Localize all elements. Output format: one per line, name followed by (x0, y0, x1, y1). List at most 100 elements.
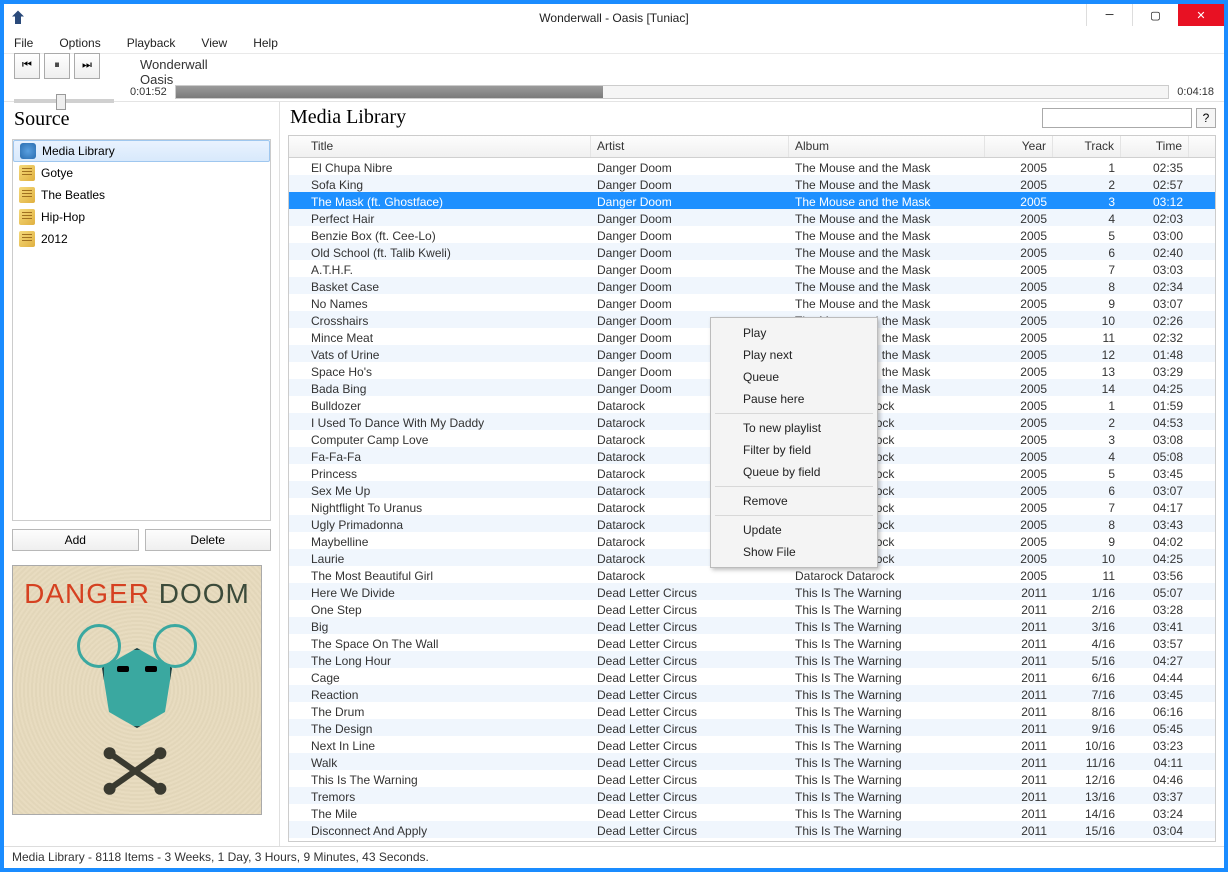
cell-title: Princess (289, 464, 591, 481)
context-menu-item[interactable]: To new playlist (713, 417, 875, 439)
menu-playback[interactable]: Playback (123, 34, 180, 52)
cell-title: Next In Line (289, 736, 591, 753)
cell-time: 05:45 (1121, 719, 1189, 736)
table-row[interactable]: ReactionDead Letter CircusThis Is The Wa… (289, 685, 1215, 702)
cell-album: The Mouse and the Mask (789, 294, 985, 311)
col-track[interactable]: Track (1053, 136, 1121, 157)
menu-help[interactable]: Help (249, 34, 282, 52)
cell-year: 2005 (985, 328, 1053, 345)
cell-time: 02:32 (1121, 328, 1189, 345)
context-menu-item[interactable]: Update (713, 519, 875, 541)
context-menu-item[interactable]: Filter by field (713, 439, 875, 461)
table-row[interactable]: This Is The WarningDead Letter CircusThi… (289, 770, 1215, 787)
table-row[interactable]: Old School (ft. Talib Kweli)Danger DoomT… (289, 243, 1215, 260)
menu-view[interactable]: View (197, 34, 231, 52)
table-row[interactable]: Next In LineDead Letter CircusThis Is Th… (289, 736, 1215, 753)
source-item[interactable]: 2012 (13, 228, 270, 250)
table-row[interactable]: The Space On The WallDead Letter CircusT… (289, 634, 1215, 651)
cell-time: 04:53 (1121, 413, 1189, 430)
cell-title: Here We Divide (289, 583, 591, 600)
table-row[interactable]: Benzie Box (ft. Cee-Lo)Danger DoomThe Mo… (289, 226, 1215, 243)
cell-title: A.T.H.F. (289, 260, 591, 277)
prev-button[interactable]: ⏮ (14, 53, 40, 79)
minimize-button[interactable]: ─ (1086, 4, 1132, 26)
table-row[interactable]: The MileDead Letter CircusThis Is The Wa… (289, 804, 1215, 821)
context-menu-item[interactable]: Queue by field (713, 461, 875, 483)
context-menu-item[interactable]: Show File (713, 541, 875, 563)
table-row[interactable]: Basket CaseDanger DoomThe Mouse and the … (289, 277, 1215, 294)
context-menu-item[interactable]: Play (713, 322, 875, 344)
cell-year: 2005 (985, 175, 1053, 192)
cell-artist: Danger Doom (591, 192, 789, 209)
cell-artist: Dead Letter Circus (591, 617, 789, 634)
cell-title: The Design (289, 719, 591, 736)
table-row[interactable]: The DrumDead Letter CircusThis Is The Wa… (289, 702, 1215, 719)
seek-bar[interactable] (175, 85, 1170, 99)
cell-title: El Chupa Nibre (289, 158, 591, 175)
table-row[interactable]: WalkDead Letter CircusThis Is The Warnin… (289, 753, 1215, 770)
table-row[interactable]: The DesignDead Letter CircusThis Is The … (289, 719, 1215, 736)
col-artist[interactable]: Artist (591, 136, 789, 157)
cell-title: Big (289, 617, 591, 634)
table-row[interactable]: A.T.H.F.Danger DoomThe Mouse and the Mas… (289, 260, 1215, 277)
table-row[interactable]: The Most Beautiful GirlDatarockDatarock … (289, 566, 1215, 583)
table-row[interactable]: One StepDead Letter CircusThis Is The Wa… (289, 600, 1215, 617)
maximize-button[interactable]: ▢ (1132, 4, 1178, 26)
cell-time: 02:34 (1121, 277, 1189, 294)
cell-time: 04:25 (1121, 549, 1189, 566)
menu-separator (715, 515, 873, 516)
cell-track: 14 (1053, 379, 1121, 396)
col-title[interactable]: Title (289, 136, 591, 157)
cell-album: The Mouse and the Mask (789, 209, 985, 226)
help-button[interactable]: ? (1196, 108, 1216, 128)
volume-slider[interactable] (14, 99, 114, 103)
search-input[interactable] (1042, 108, 1192, 128)
context-menu-item[interactable]: Play next (713, 344, 875, 366)
cell-track: 1/16 (1053, 583, 1121, 600)
context-menu-item[interactable]: Queue (713, 366, 875, 388)
source-item[interactable]: Gotye (13, 162, 270, 184)
source-item[interactable]: The Beatles (13, 184, 270, 206)
add-button[interactable]: Add (12, 529, 139, 551)
table-row[interactable]: No NamesDanger DoomThe Mouse and the Mas… (289, 294, 1215, 311)
cell-time: 03:07 (1121, 294, 1189, 311)
table-row[interactable]: BigDead Letter CircusThis Is The Warning… (289, 617, 1215, 634)
cell-album: This Is The Warning (789, 719, 985, 736)
delete-button[interactable]: Delete (145, 529, 272, 551)
cell-title: Walk (289, 753, 591, 770)
pause-button[interactable]: ⏸ (44, 53, 70, 79)
context-menu-item[interactable]: Pause here (713, 388, 875, 410)
table-row[interactable]: The Long HourDead Letter CircusThis Is T… (289, 651, 1215, 668)
table-row[interactable]: Sofa KingDanger DoomThe Mouse and the Ma… (289, 175, 1215, 192)
cell-track: 5 (1053, 464, 1121, 481)
table-row[interactable]: El Chupa NibreDanger DoomThe Mouse and t… (289, 158, 1215, 175)
table-row[interactable]: CageDead Letter CircusThis Is The Warnin… (289, 668, 1215, 685)
next-button[interactable]: ⏭ (74, 53, 100, 79)
context-menu-item[interactable]: Remove (713, 490, 875, 512)
menu-file[interactable]: File (10, 34, 37, 52)
titlebar[interactable]: Wonderwall - Oasis [Tuniac] ─ ▢ ✕ (4, 4, 1224, 32)
cell-artist: Dead Letter Circus (591, 702, 789, 719)
source-item[interactable]: Hip-Hop (13, 206, 270, 228)
source-item[interactable]: Media Library (13, 140, 270, 162)
menu-options[interactable]: Options (55, 34, 104, 52)
table-row[interactable]: The Mask (ft. Ghostface)Danger DoomThe M… (289, 192, 1215, 209)
col-year[interactable]: Year (985, 136, 1053, 157)
source-heading: Source (4, 102, 279, 137)
close-button[interactable]: ✕ (1178, 4, 1224, 26)
table-row[interactable]: Perfect HairDanger DoomThe Mouse and the… (289, 209, 1215, 226)
cell-year: 2005 (985, 481, 1053, 498)
col-time[interactable]: Time (1121, 136, 1189, 157)
status-bar: Media Library - 8118 Items - 3 Weeks, 1 … (4, 846, 1224, 868)
album-art: DANGER DOOM (12, 565, 262, 815)
col-album[interactable]: Album (789, 136, 985, 157)
table-row[interactable]: Disconnect And ApplyDead Letter CircusTh… (289, 821, 1215, 838)
table-row[interactable]: TremorsDead Letter CircusThis Is The War… (289, 787, 1215, 804)
cell-track: 7 (1053, 260, 1121, 277)
cell-track: 9 (1053, 532, 1121, 549)
cell-title: The Space On The Wall (289, 634, 591, 651)
context-menu: PlayPlay nextQueuePause here To new playl… (710, 317, 878, 568)
cell-artist: Danger Doom (591, 226, 789, 243)
table-row[interactable]: Here We DivideDead Letter CircusThis Is … (289, 583, 1215, 600)
cell-track: 10 (1053, 311, 1121, 328)
